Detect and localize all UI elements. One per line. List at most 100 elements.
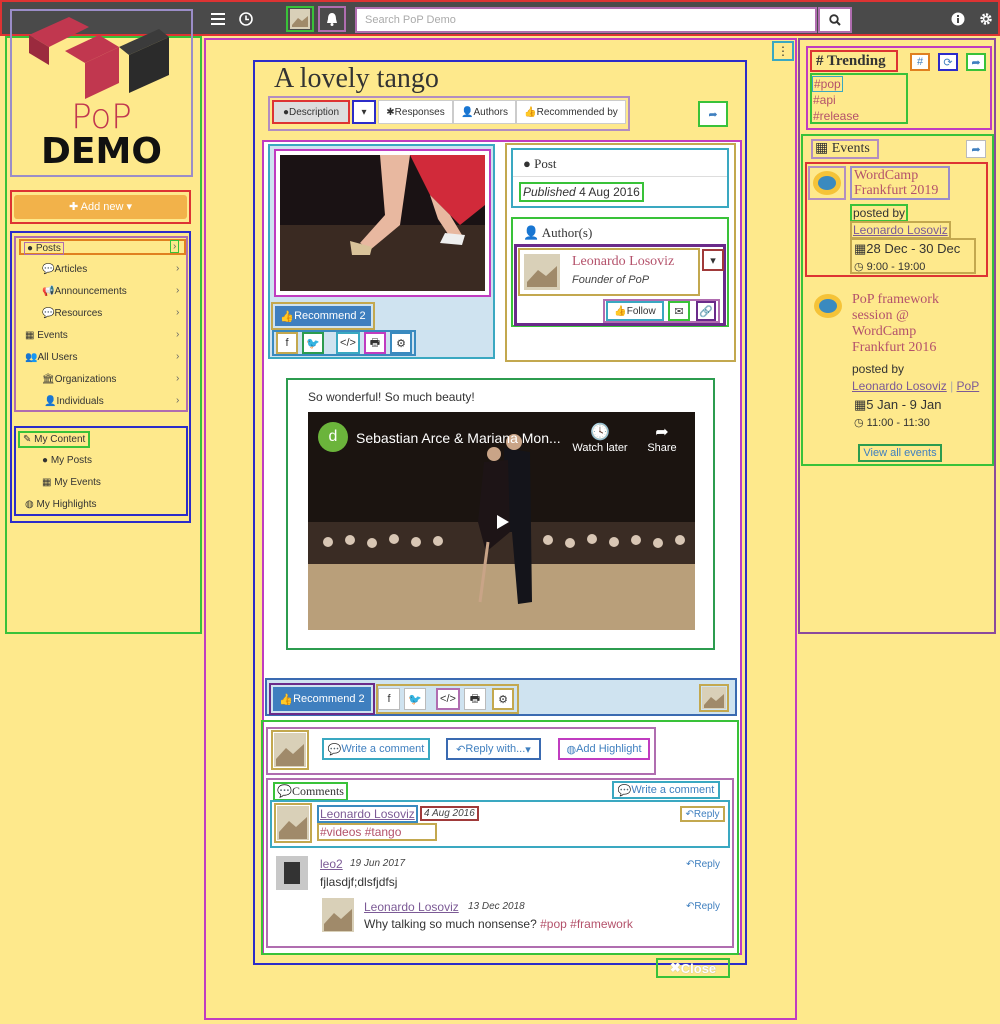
close-button[interactable]: ✖ Close	[656, 958, 730, 978]
author-name-link[interactable]: Leonardo Losoviz	[572, 254, 674, 270]
event-author-link[interactable]: Leonardo Losoviz	[850, 221, 951, 239]
sidebar-item-my-content[interactable]: ✎ My Content	[18, 431, 91, 448]
comment-avatar[interactable]	[276, 856, 308, 890]
refresh-icon[interactable]: ⟳	[938, 53, 958, 71]
sidebar-item-my-posts[interactable]: ● My Posts	[42, 455, 92, 466]
tab-recommended-by[interactable]: 👍 Recommended by	[516, 100, 626, 124]
tab-authors[interactable]: 👤 Authors	[453, 100, 516, 124]
event-image[interactable]	[812, 292, 844, 320]
chevron-right-icon[interactable]: ›	[176, 307, 179, 318]
write-comment-button[interactable]: 💬 Write a comment	[322, 738, 430, 760]
sidebar-item-articles[interactable]: 💬Articles	[42, 264, 87, 275]
comment-author-link[interactable]: leo2	[320, 857, 343, 871]
sidebar-item-announcements[interactable]: 📢Announcements	[42, 286, 127, 297]
circle-icon: ●	[42, 455, 51, 466]
watch-later-button[interactable]: 🕓 Watch later	[570, 422, 630, 454]
share-arrow-icon[interactable]: ➦	[966, 140, 986, 158]
video-title[interactable]: Sebastian Arce & Mariana Mon...	[356, 430, 561, 446]
chevron-right-icon[interactable]: ›	[176, 373, 179, 384]
chevron-right-icon[interactable]: ›	[176, 329, 179, 340]
reply-button[interactable]: ↶Reply	[686, 859, 720, 870]
play-icon[interactable]	[492, 512, 512, 532]
hamburger-menu-icon[interactable]	[204, 6, 232, 32]
tab-description[interactable]: ● Description	[272, 100, 350, 124]
comment-hashtags[interactable]: #pop #framework	[540, 917, 633, 931]
twitter-icon[interactable]: 🐦	[302, 332, 324, 354]
user-avatar[interactable]	[286, 6, 314, 32]
recommend-button[interactable]: 👍 Recommend 2	[273, 687, 371, 711]
trending-tag[interactable]: #pop	[812, 76, 843, 92]
logo[interactable]: PoP DEMO	[10, 9, 193, 177]
sidebar-item-events[interactable]: ▦ Events	[25, 330, 68, 341]
search-button[interactable]	[818, 7, 852, 33]
tab-responses[interactable]: ✱ Responses	[378, 100, 453, 124]
chevron-right-icon[interactable]: ›	[176, 351, 179, 362]
trending-tag[interactable]: #api	[813, 93, 836, 107]
reply-with-button[interactable]: ↶ Reply with... ▾	[446, 738, 541, 760]
reply-button[interactable]: ↶Reply	[686, 901, 720, 912]
gear-icon[interactable]	[972, 6, 1000, 32]
author-dropdown-button[interactable]: ▾	[702, 249, 724, 271]
video-player[interactable]: d Sebastian Arce & Mariana Mon... 🕓 Watc…	[308, 412, 695, 630]
chevron-right-icon[interactable]: ›	[176, 263, 179, 274]
add-new-button[interactable]: ✚ Add new ▾	[10, 190, 191, 224]
facebook-icon[interactable]: f	[378, 688, 400, 710]
author-avatar[interactable]	[524, 254, 560, 290]
twitter-icon[interactable]: 🐦	[404, 688, 426, 710]
event-title-link[interactable]: WordCamp Frankfurt 2019	[850, 166, 950, 200]
sidebar-item-individuals[interactable]: 👤Individuals	[44, 396, 104, 407]
embed-code-icon[interactable]: </>	[436, 688, 460, 710]
print-icon[interactable]: 🖶	[464, 688, 486, 710]
more-options-icon[interactable]: ⋮	[772, 41, 794, 61]
comment-avatar[interactable]	[322, 898, 354, 932]
circle-icon: ●	[523, 156, 535, 171]
link-icon[interactable]: 🔗	[696, 301, 716, 321]
share-button[interactable]: ➦	[698, 101, 728, 127]
write-comment-link[interactable]: 💬 Write a comment	[612, 781, 720, 799]
event-author-link[interactable]: Leonardo Losoviz	[852, 379, 947, 393]
comment-text: fjlasdjf;dlsfjdfsj	[320, 875, 398, 889]
event-time: ◷ 11:00 - 11:30	[854, 417, 930, 429]
share-arrow-icon[interactable]: ➦	[966, 53, 986, 71]
follow-button[interactable]: 👍 Follow	[606, 301, 664, 321]
sidebar-item-all-users[interactable]: 👥All Users	[25, 352, 77, 363]
sidebar-item-resources[interactable]: 💬Resources	[42, 308, 102, 319]
channel-avatar[interactable]: d	[318, 422, 348, 452]
video-share-button[interactable]: ➦ Share	[642, 422, 682, 454]
sidebar-item-organizations[interactable]: 🏛Organizations	[42, 374, 116, 385]
print-icon[interactable]: 🖶	[364, 332, 386, 354]
highlight-icon: ◍	[566, 743, 577, 756]
chevron-right-icon[interactable]: ›	[170, 240, 180, 253]
bell-icon[interactable]	[318, 6, 346, 32]
search-input[interactable]: Search PoP Demo	[355, 7, 817, 33]
view-all-events-link[interactable]: View all events	[858, 444, 942, 462]
embed-code-icon[interactable]: </>	[336, 332, 360, 354]
event-author-link[interactable]: PoP	[957, 379, 980, 393]
sidebar-item-my-highlights[interactable]: ◍ My Highlights	[25, 499, 97, 510]
add-highlight-button[interactable]: ◍ Add Highlight	[558, 738, 650, 760]
chevron-right-icon[interactable]: ›	[176, 285, 179, 296]
comment-avatar[interactable]	[274, 803, 312, 843]
hashtag-icon[interactable]: #	[910, 53, 930, 71]
footer-avatar[interactable]	[699, 684, 729, 712]
comment-author-link[interactable]: Leonardo Losoviz	[364, 900, 459, 914]
event-image[interactable]	[808, 166, 846, 200]
info-icon[interactable]	[944, 6, 972, 32]
recommend-button[interactable]: 👍 Recommend 2	[275, 306, 371, 326]
current-user-avatar[interactable]	[271, 730, 309, 770]
hashtag-icon: #	[816, 53, 827, 69]
envelope-icon[interactable]: ✉	[668, 301, 690, 321]
comment-hashtags[interactable]: #videos #tango	[317, 823, 437, 841]
event-title-link[interactable]: PoP framework session @ WordCamp Frankfu…	[852, 292, 972, 356]
sidebar-item-my-events[interactable]: ▦ My Events	[42, 477, 101, 488]
post-thumbnail[interactable]	[274, 149, 491, 297]
chevron-right-icon[interactable]: ›	[176, 395, 179, 406]
facebook-icon[interactable]: f	[276, 332, 298, 354]
settings-gear-icon[interactable]: ⚙	[492, 688, 514, 710]
reply-button[interactable]: ↶Reply	[680, 806, 725, 822]
comment-author-link[interactable]: Leonardo Losoviz	[317, 805, 418, 823]
trending-tag[interactable]: #release	[813, 109, 859, 123]
clock-icon[interactable]	[232, 6, 260, 32]
settings-gear-icon[interactable]: ⚙	[390, 332, 412, 354]
tab-dropdown-button[interactable]: ▾	[352, 100, 376, 124]
